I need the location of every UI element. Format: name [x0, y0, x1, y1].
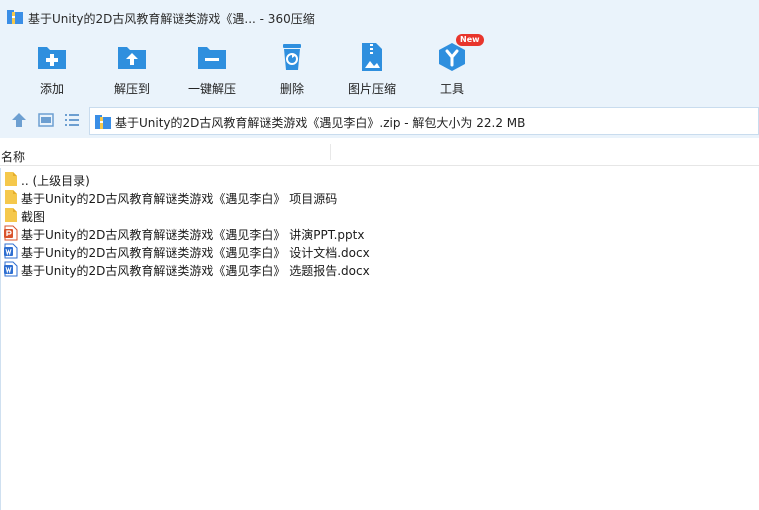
- archive-path: 基于Unity的2D古风教育解谜类游戏《遇见李白》.zip - 解包大小为 22…: [115, 116, 526, 130]
- folder-icon: [5, 190, 17, 204]
- new-badge: New: [456, 34, 484, 46]
- file-name: 基于Unity的2D古风教育解谜类游戏《遇见李白》 讲演PPT.pptx: [21, 228, 365, 242]
- column-divider[interactable]: [330, 144, 331, 160]
- folder-icon: [5, 208, 17, 222]
- file-name: 基于Unity的2D古风教育解谜类游戏《遇见李白》 项目源码: [21, 192, 338, 206]
- list-view-icon[interactable]: [63, 111, 81, 129]
- window-title: 基于Unity的2D古风教育解谜类游戏《遇... - 360压缩: [28, 12, 315, 26]
- delete-button[interactable]: 删除: [254, 39, 330, 101]
- column-name-header[interactable]: 名称: [1, 148, 25, 165]
- file-list: .. (上级目录) 基于Unity的2D古风教育解谜类游戏《遇见李白》 项目源码…: [0, 168, 759, 510]
- up-arrow-icon[interactable]: [10, 111, 28, 129]
- word-file-icon: [4, 243, 18, 259]
- title-bar: 基于Unity的2D古风教育解谜类游戏《遇... - 360压缩: [0, 0, 759, 36]
- navigation-bar: 基于Unity的2D古风教育解谜类游戏《遇见李白》.zip - 解包大小为 22…: [0, 102, 759, 138]
- thumbnail-view-icon[interactable]: [37, 111, 55, 129]
- add-icon: [38, 47, 66, 69]
- extract-to-icon: [118, 47, 146, 69]
- image-compress-icon: [362, 43, 382, 71]
- image-compress-label: 图片压缩: [347, 82, 396, 96]
- main-toolbar: 添加 解压到 一键解压 删除 图片压缩 New 工具: [0, 34, 759, 102]
- file-name: 基于Unity的2D古风教育解谜类游戏《遇见李白》 选题报告.docx: [21, 264, 370, 278]
- add-button[interactable]: 添加: [14, 39, 90, 101]
- delete-label: 删除: [279, 82, 304, 96]
- list-item-source-folder[interactable]: 基于Unity的2D古风教育解谜类游戏《遇见李白》 项目源码: [1, 188, 759, 206]
- powerpoint-file-icon: [4, 225, 18, 241]
- address-bar[interactable]: 基于Unity的2D古风教育解谜类游戏《遇见李白》.zip - 解包大小为 22…: [89, 107, 759, 135]
- file-name: 基于Unity的2D古风教育解谜类游戏《遇见李白》 设计文档.docx: [21, 246, 370, 260]
- word-file-icon: [4, 261, 18, 277]
- list-item-parent-dir[interactable]: .. (上级目录): [1, 170, 759, 188]
- one-click-extract-button[interactable]: 一键解压: [174, 39, 250, 101]
- list-item-proposal-doc[interactable]: 基于Unity的2D古风教育解谜类游戏《遇见李白》 选题报告.docx: [1, 260, 759, 278]
- column-header: 名称: [0, 138, 759, 166]
- archive-app-icon: [7, 10, 23, 24]
- file-name: .. (上级目录): [21, 174, 90, 188]
- list-item-screenshots-folder[interactable]: 截图: [1, 206, 759, 224]
- file-name: 截图: [21, 210, 46, 224]
- one-click-extract-label: 一键解压: [187, 82, 236, 96]
- folder-icon: [5, 172, 17, 186]
- delete-icon: [283, 44, 301, 70]
- zip-file-icon: [95, 115, 111, 129]
- add-label: 添加: [39, 82, 64, 96]
- image-compress-button[interactable]: 图片压缩: [334, 39, 410, 101]
- tools-button[interactable]: New 工具: [414, 34, 490, 101]
- extract-to-button[interactable]: 解压到: [94, 39, 170, 101]
- tools-label: 工具: [439, 82, 464, 96]
- list-item-design-doc[interactable]: 基于Unity的2D古风教育解谜类游戏《遇见李白》 设计文档.docx: [1, 242, 759, 260]
- list-item-pptx[interactable]: 基于Unity的2D古风教育解谜类游戏《遇见李白》 讲演PPT.pptx: [1, 224, 759, 242]
- extract-to-label: 解压到: [113, 82, 150, 96]
- one-click-extract-icon: [198, 47, 226, 69]
